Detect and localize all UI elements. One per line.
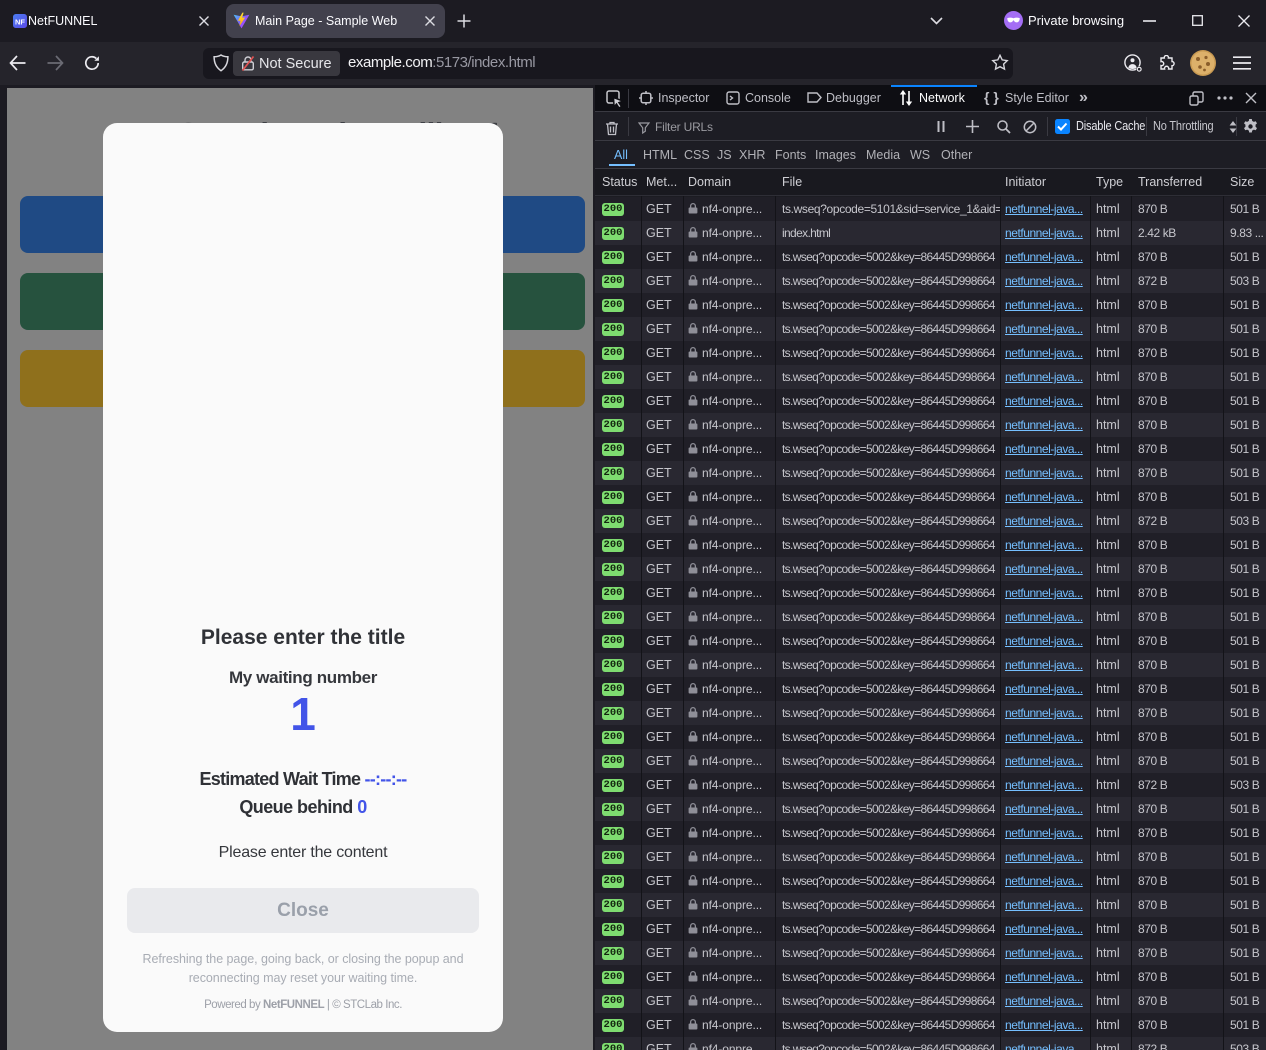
svg-text:NF: NF bbox=[15, 17, 25, 26]
